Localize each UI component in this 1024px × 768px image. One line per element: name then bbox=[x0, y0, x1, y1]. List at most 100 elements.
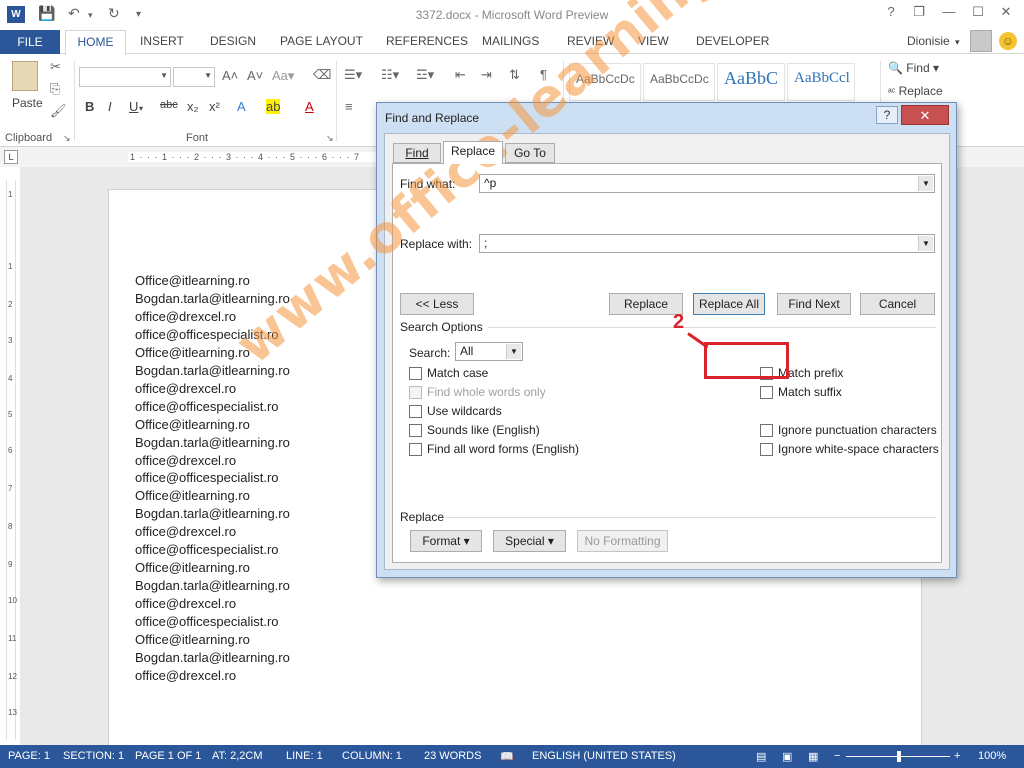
document-line[interactable]: office@officespecialist.ro bbox=[135, 398, 290, 416]
search-direction-select[interactable]: All ▼ bbox=[455, 342, 523, 361]
replace-button[interactable]: Replace bbox=[609, 293, 683, 315]
multilevel-list-icon[interactable]: ☲▾ bbox=[416, 67, 434, 83]
change-case-icon[interactable]: Aa▾ bbox=[272, 68, 294, 84]
cancel-button[interactable]: Cancel bbox=[860, 293, 935, 315]
document-line[interactable]: office@officespecialist.ro bbox=[135, 469, 290, 487]
clear-formatting-icon[interactable]: ⌫ bbox=[313, 67, 331, 83]
superscript-icon[interactable]: x² bbox=[209, 99, 220, 114]
numbering-icon[interactable]: ☷▾ bbox=[381, 67, 399, 83]
status-section[interactable]: SECTION: 1 bbox=[63, 750, 124, 762]
close-window-button[interactable]: ✕ bbox=[993, 4, 1019, 20]
user-name[interactable]: Dionisie bbox=[907, 34, 950, 48]
document-line[interactable]: office@drexcel.ro bbox=[135, 667, 290, 685]
less-button[interactable]: << Less bbox=[400, 293, 474, 315]
ribbon-display-options-icon[interactable]: ❐ bbox=[906, 4, 932, 20]
zoom-in-button[interactable]: + bbox=[954, 750, 960, 762]
maximize-button[interactable]: ☐ bbox=[965, 4, 991, 20]
style-no-spacing[interactable]: AaBbCcDc bbox=[643, 63, 715, 101]
smiley-feedback-icon[interactable]: ☺ bbox=[999, 32, 1017, 50]
web-layout-icon[interactable]: ▦ bbox=[808, 750, 818, 763]
document-line[interactable]: Bogdan.tarla@itlearning.ro bbox=[135, 434, 290, 452]
text-effects-icon[interactable]: A bbox=[237, 99, 246, 114]
underline-icon[interactable]: U bbox=[129, 99, 138, 114]
document-line[interactable]: Office@itlearning.ro bbox=[135, 631, 290, 649]
style-heading-1[interactable]: AaBbC bbox=[717, 63, 785, 101]
paste-icon[interactable] bbox=[12, 61, 38, 91]
style-heading-2[interactable]: AaBbCcl bbox=[787, 63, 855, 101]
document-line[interactable]: Office@itlearning.ro bbox=[135, 487, 290, 505]
strikethrough-icon[interactable]: abc bbox=[160, 99, 178, 111]
status-line[interactable]: LINE: 1 bbox=[286, 750, 323, 762]
chevron-down-icon[interactable]: ▼ bbox=[506, 344, 521, 359]
document-line[interactable]: Office@itlearning.ro bbox=[135, 416, 290, 434]
clipboard-launcher-icon[interactable]: ↘ bbox=[63, 133, 71, 144]
zoom-out-button[interactable]: − bbox=[834, 750, 840, 762]
document-line[interactable]: office@drexcel.ro bbox=[135, 452, 290, 470]
document-line[interactable]: Bogdan.tarla@itlearning.ro bbox=[135, 649, 290, 667]
document-line[interactable]: office@drexcel.ro bbox=[135, 380, 290, 398]
tab-selector[interactable]: L bbox=[4, 150, 18, 164]
subscript-icon[interactable]: x₂ bbox=[187, 99, 199, 114]
format-button[interactable]: Format ▾ bbox=[410, 530, 482, 552]
user-dropdown-icon[interactable]: ▾ bbox=[955, 37, 960, 48]
help-icon[interactable]: ? bbox=[878, 4, 904, 19]
font-size-combo[interactable]: ▼ bbox=[173, 67, 215, 87]
zoom-slider-thumb[interactable] bbox=[897, 751, 901, 762]
status-at[interactable]: AT: 2,2CM bbox=[212, 750, 263, 762]
align-left-icon[interactable]: ≡ bbox=[345, 99, 353, 114]
replace-with-field[interactable]: ; ▼ bbox=[479, 234, 935, 253]
read-mode-icon[interactable]: ▤ bbox=[756, 750, 766, 763]
font-color-icon[interactable]: A bbox=[305, 99, 314, 114]
tab-developer[interactable]: DEVELOPER bbox=[696, 34, 769, 48]
ignore-punctuation-checkbox[interactable] bbox=[760, 424, 773, 437]
status-column[interactable]: COLUMN: 1 bbox=[342, 750, 402, 762]
increase-indent-icon[interactable]: ⇥ bbox=[481, 67, 492, 83]
document-line[interactable]: office@drexcel.ro bbox=[135, 523, 290, 541]
find-what-field[interactable]: ^p ▼ bbox=[479, 174, 935, 193]
tab-file[interactable]: FILE bbox=[0, 30, 60, 54]
cut-icon[interactable]: ✂ bbox=[50, 59, 61, 75]
tab-design[interactable]: DESIGN bbox=[210, 34, 256, 48]
decrease-indent-icon[interactable]: ⇤ bbox=[455, 67, 466, 83]
minimize-button[interactable]: — bbox=[936, 4, 962, 19]
font-name-combo[interactable]: ▼ bbox=[79, 67, 171, 87]
italic-icon[interactable]: I bbox=[108, 99, 112, 114]
tab-home[interactable]: HOME bbox=[65, 30, 126, 55]
underline-dropdown-icon[interactable]: ▾ bbox=[139, 104, 143, 113]
tab-replace[interactable]: Replace bbox=[443, 141, 503, 164]
copy-icon[interactable]: ⎘ bbox=[50, 81, 60, 97]
status-page-of[interactable]: PAGE 1 OF 1 bbox=[135, 750, 201, 762]
highlight-color-icon[interactable]: ab bbox=[266, 99, 281, 114]
format-painter-icon[interactable]: 🖌 bbox=[50, 103, 67, 119]
document-line[interactable]: office@drexcel.ro bbox=[135, 595, 290, 613]
wildcards-checkbox[interactable] bbox=[409, 405, 422, 418]
status-page[interactable]: PAGE: 1 bbox=[8, 750, 50, 762]
avatar[interactable] bbox=[970, 30, 992, 52]
dialog-close-button[interactable]: ✕ bbox=[901, 105, 949, 125]
paste-button[interactable]: Paste bbox=[12, 96, 43, 110]
tab-insert[interactable]: INSERT bbox=[140, 34, 184, 48]
match-case-checkbox[interactable] bbox=[409, 367, 422, 380]
document-line[interactable]: office@officespecialist.ro bbox=[135, 613, 290, 631]
replace-all-button[interactable]: Replace All bbox=[693, 293, 765, 315]
document-line[interactable]: office@officespecialist.ro bbox=[135, 541, 290, 559]
bold-icon[interactable]: B bbox=[85, 99, 94, 114]
tab-references[interactable]: REFERENCES bbox=[386, 34, 468, 48]
status-language[interactable]: ENGLISH (UNITED STATES) bbox=[532, 750, 676, 762]
chevron-down-icon[interactable]: ▼ bbox=[918, 236, 933, 251]
word-forms-checkbox[interactable] bbox=[409, 443, 422, 456]
tab-mailings[interactable]: MAILINGS bbox=[482, 34, 539, 48]
font-launcher-icon[interactable]: ↘ bbox=[326, 133, 334, 144]
tab-page-layout[interactable]: PAGE LAYOUT bbox=[280, 34, 363, 48]
find-button[interactable]: 🔍 Find ▾ bbox=[888, 61, 939, 75]
shrink-font-icon[interactable]: A˅ bbox=[247, 68, 263, 83]
special-button[interactable]: Special ▾ bbox=[493, 530, 566, 552]
document-line[interactable]: Office@itlearning.ro bbox=[135, 559, 290, 577]
dialog-help-button[interactable]: ? bbox=[876, 106, 898, 124]
sounds-like-checkbox[interactable] bbox=[409, 424, 422, 437]
print-layout-icon[interactable]: ▣ bbox=[782, 750, 792, 763]
bullets-icon[interactable]: ☰▾ bbox=[344, 67, 362, 83]
proofing-icon[interactable]: 📖 bbox=[500, 750, 514, 763]
sort-icon[interactable]: ⇅ bbox=[509, 67, 520, 83]
document-line[interactable]: Bogdan.tarla@itlearning.ro bbox=[135, 505, 290, 523]
